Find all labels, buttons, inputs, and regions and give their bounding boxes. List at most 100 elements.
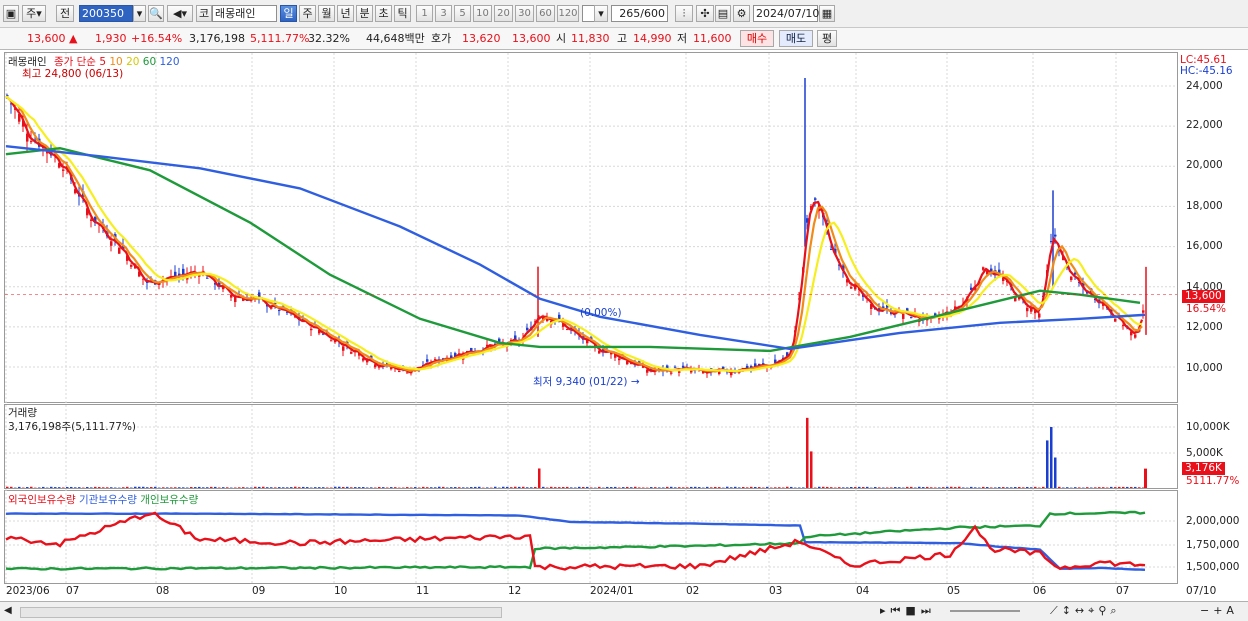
candle-body [426,359,429,362]
volume-bar [994,487,997,488]
x-tick: 02 [686,585,700,597]
volume-bar [362,487,365,488]
candle-body [110,241,113,246]
mid-marker: (0.00%) [580,307,622,319]
volume-bar [174,487,177,488]
candle-body [30,141,33,143]
volume-bar [1102,487,1105,488]
volume-bar [194,487,197,488]
volume-bar [62,487,65,488]
volume-bar [598,486,601,488]
x-tick: 03 [769,585,783,597]
volume-bar [470,487,473,488]
volume-bar [502,486,505,488]
volume-bar [222,487,225,488]
x-tick: 10 [334,585,348,597]
candle-body [234,296,237,303]
volume-bar [178,487,181,488]
volume-bar [86,486,89,488]
playback-controls[interactable]: ▸⏮■⏭ [880,604,936,618]
high-marker: 최고 24,800 (06/13) [22,68,124,80]
x-tick: 04 [856,585,870,597]
holdings-legend: 외국인보유수량 기관보유수량 개인보유수량 [8,492,198,507]
volume-bar [238,487,241,488]
volume-bar [882,487,885,488]
volume-bar [438,486,441,488]
volume-bar [974,487,977,488]
volume-bar [778,487,781,488]
volume-bar [226,487,229,488]
y-tick: 22,000 [1186,119,1223,131]
volume-bar [454,487,457,488]
volume-bar [570,487,573,488]
volume-bar [522,486,525,488]
candle-body [674,366,677,368]
candle-body [350,352,353,354]
hc-label: HC:-45.16 [1180,65,1233,77]
volume-bar [78,487,81,488]
volume-bar [462,487,465,488]
volume-bar [1086,487,1089,488]
volume-bar [26,487,29,488]
volume-bar [42,486,45,488]
volume-bar [954,487,957,488]
volume-bar [958,486,961,488]
volume-bar [6,486,9,488]
volume-bar [210,486,213,488]
volume-bar [626,486,629,488]
volume-bar [606,486,609,488]
volume-bar [354,487,357,488]
candle-body [1038,313,1041,318]
volume-bar [298,487,301,488]
candle-body [330,340,333,342]
bottom-scroll-bar: ◀ ▸⏮■⏭ ⟋↕↔⌖⚲⌕ −+A [0,601,1248,621]
scroll-left-icon[interactable]: ◀ [4,605,12,616]
volume-bar [202,487,205,488]
volume-bar [798,487,801,488]
volume-bar [726,486,729,488]
volume-bar [134,486,137,488]
volume-bar [806,417,809,488]
volume-bar [562,487,565,488]
chart-svg [5,53,1177,584]
volume-bar [474,486,477,488]
volume-bar [1130,486,1133,488]
volume-bar [266,487,269,488]
horizontal-scrollbar[interactable] [20,607,502,618]
x-tick: 05 [947,585,961,597]
zoom-out-in-icons[interactable]: −+A [1200,604,1238,617]
volume-bar [66,486,69,488]
volume-bar [518,486,521,488]
volume-bar [334,486,337,488]
zoom-slider[interactable] [950,610,1020,612]
volume-bar [414,487,417,488]
volume-bar [326,487,329,488]
volume-bar [982,486,985,488]
volume-bar [694,486,697,488]
y-tick: 1,500,000 [1186,561,1240,573]
volume-bar [730,487,733,488]
volume-bar [1050,427,1053,488]
volume-bar [734,486,737,488]
x-tick: 2023/06 [6,585,50,597]
candle-body [1026,307,1029,312]
volume-bar [638,487,641,488]
volume-bar [674,487,677,488]
candle-body [982,267,985,270]
volume-bar [662,487,665,488]
ma60-legend: 60 [142,56,157,68]
candle-body [206,277,209,279]
volume-bar [818,486,821,488]
volume-bar [270,487,273,488]
volume-bar [782,487,785,488]
volume-bar [38,487,41,488]
volume-bar [946,486,949,488]
volume-bar [622,487,625,488]
y-tick: 16,000 [1186,240,1223,252]
volume-bar [98,487,101,488]
tool-icons[interactable]: ⟋↕↔⌖⚲⌕ [1050,604,1121,618]
volume-bar [906,486,909,488]
candle-body [130,265,133,267]
volume-bar [94,486,97,488]
volume-bar [1078,487,1081,488]
